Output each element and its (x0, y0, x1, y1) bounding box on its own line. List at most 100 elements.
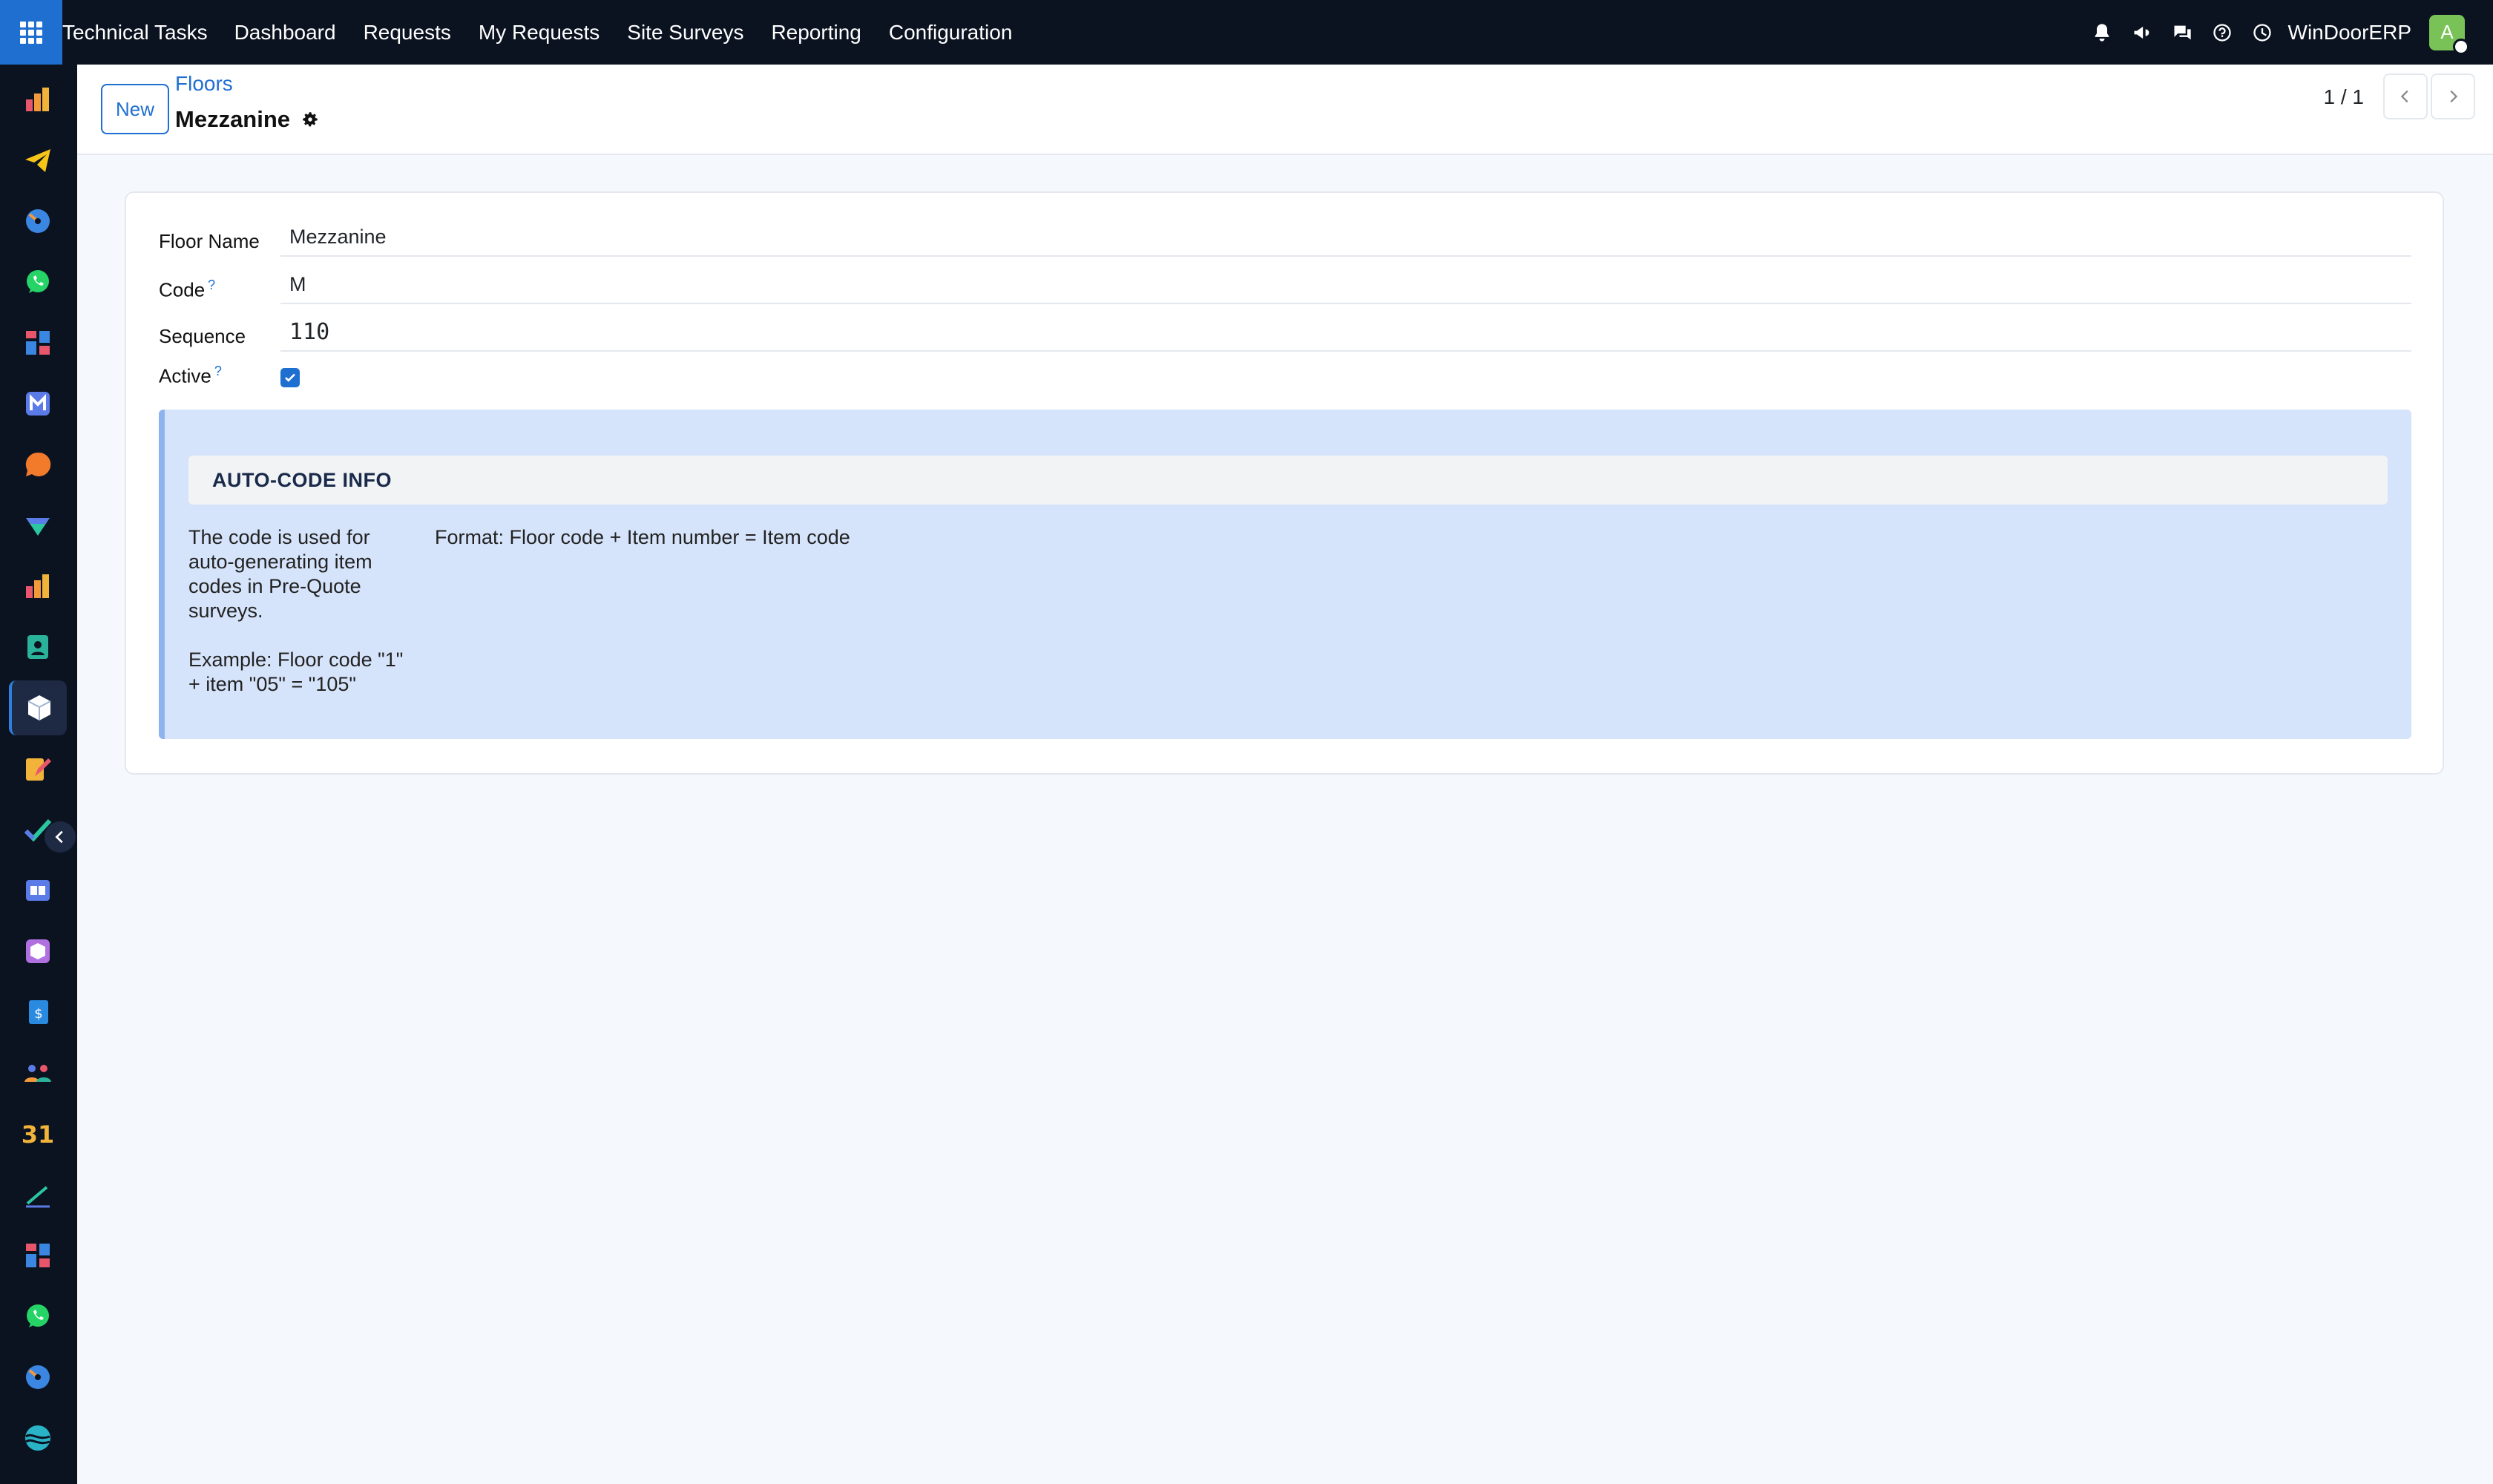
discount-icon (26, 518, 50, 536)
menu-requests[interactable]: Requests (364, 21, 451, 45)
sidebar-item-invoicing[interactable]: $ (9, 985, 67, 1040)
sidebar-item-dashboards-2[interactable] (9, 1228, 67, 1283)
people-icon (24, 1065, 51, 1082)
systray: WinDoorERP A (2082, 0, 2493, 65)
paper-plane-icon (25, 149, 50, 172)
sidebar-item-knowledge[interactable] (9, 863, 67, 918)
avatar[interactable]: A (2429, 14, 2469, 55)
info-box-title: AUTO-CODE INFO (188, 456, 2388, 505)
sidebar-item-reports[interactable] (9, 559, 67, 614)
app-sidebar: $ 31 (0, 65, 77, 1484)
sidebar-item-livechat[interactable] (9, 437, 67, 492)
control-panel: New Floors Mezzanine 1 / 1 (77, 65, 2493, 155)
grid-icon (20, 21, 42, 44)
sidebar-item-sign[interactable] (9, 1167, 67, 1222)
active-label: Active? (159, 364, 222, 388)
breadcrumb-floors[interactable]: Floors (175, 72, 233, 96)
sidebar-item-email[interactable] (9, 376, 67, 431)
sidebar-item-sales[interactable] (9, 72, 67, 127)
sign-icon (26, 1186, 50, 1208)
contact-card-icon (27, 635, 48, 659)
sequence-field[interactable]: 110 (280, 313, 2411, 352)
pencil-paper-icon (26, 758, 51, 781)
form-sheet: Floor Name Mezzanine Code? M Sequence 11… (125, 191, 2444, 775)
active-label-text: Active (159, 364, 211, 387)
menu-site-surveys[interactable]: Site Surveys (627, 21, 743, 45)
new-button[interactable]: New (101, 84, 169, 134)
info-description: The code is used for auto-generating ite… (188, 525, 418, 697)
chat-icon[interactable] (2162, 0, 2202, 65)
sidebar-item-employees[interactable] (9, 1045, 67, 1100)
sidebar-item-website[interactable] (9, 1411, 67, 1465)
menu-reporting[interactable]: Reporting (771, 21, 861, 45)
auto-code-info-box: AUTO-CODE INFO The code is used for auto… (159, 410, 2411, 739)
box-icon (26, 939, 50, 963)
chevron-left-icon (2400, 90, 2408, 103)
sidebar-item-notes[interactable] (9, 741, 67, 796)
invoice-icon: $ (29, 1000, 48, 1024)
sidebar-item-technical-tasks[interactable] (9, 680, 67, 735)
cube-icon (27, 695, 51, 720)
mail-icon (26, 392, 50, 416)
menu-configuration[interactable]: Configuration (889, 21, 1013, 45)
code-help-icon[interactable]: ? (208, 278, 215, 292)
gauge-icon (26, 209, 50, 233)
sidebar-item-dashboards[interactable] (9, 315, 67, 370)
gauge-icon (26, 1365, 50, 1389)
sidebar-item-promotions[interactable] (9, 498, 67, 553)
floor-name-field[interactable]: Mezzanine (280, 218, 2411, 257)
record-title: Mezzanine (175, 106, 320, 133)
app-title[interactable]: Technical Tasks (62, 21, 208, 45)
book-icon (26, 880, 50, 901)
sidebar-item-calendar[interactable]: 31 (9, 1106, 67, 1161)
svg-text:31: 31 (23, 1120, 53, 1149)
pager-next-button[interactable] (2431, 73, 2475, 119)
calendar-icon: 31 (23, 1120, 53, 1149)
info-paragraph: The code is used for auto-generating ite… (188, 526, 372, 622)
active-checkbox[interactable] (280, 368, 300, 387)
wave-icon (25, 1425, 50, 1451)
pager-value[interactable]: 1 / 1 (2324, 85, 2364, 109)
floor-name-label: Floor Name (159, 230, 260, 252)
pager-previous-button[interactable] (2383, 73, 2428, 119)
whatsapp-icon (27, 270, 49, 293)
app-switcher-button[interactable] (0, 0, 62, 65)
bell-icon[interactable] (2082, 0, 2122, 65)
sidebar-item-marketing[interactable] (9, 133, 67, 188)
sidebar-item-gauge[interactable] (9, 194, 67, 249)
page-title: Mezzanine (175, 106, 291, 132)
avatar-initial: A (2440, 21, 2454, 43)
sidebar-item-inventory[interactable] (9, 924, 67, 979)
main-menu: Dashboard Requests My Requests Site Surv… (234, 21, 1040, 45)
svg-text:$: $ (34, 1006, 42, 1022)
sidebar-item-contacts[interactable] (9, 620, 67, 674)
status-indicator (2453, 38, 2469, 55)
sidebar-item-whatsapp-2[interactable] (9, 1289, 67, 1344)
chat-bubble-icon (25, 452, 51, 476)
code-field[interactable]: M (280, 266, 2411, 304)
active-help-icon[interactable]: ? (214, 364, 222, 378)
sidebar-item-whatsapp[interactable] (9, 255, 67, 309)
info-example: Example: Floor code "1" + item "05" = "1… (188, 649, 404, 695)
chevron-right-icon (2450, 90, 2458, 103)
gear-icon[interactable] (300, 110, 320, 129)
code-label-text: Code (159, 278, 206, 301)
menu-my-requests[interactable]: My Requests (479, 21, 600, 45)
clock-icon[interactable] (2242, 0, 2282, 65)
info-format: Format: Floor code + Item number = Item … (435, 526, 850, 548)
bar-chart-icon (26, 574, 49, 598)
megaphone-icon[interactable] (2122, 0, 2162, 65)
code-label: Code? (159, 278, 215, 302)
sidebar-collapse-button[interactable] (45, 821, 76, 853)
sidebar-item-gauge-2[interactable] (9, 1350, 67, 1405)
help-icon[interactable] (2202, 0, 2242, 65)
check-icon (285, 373, 295, 382)
dashboard-icon (26, 331, 50, 355)
company-switcher[interactable]: WinDoorERP (2288, 21, 2411, 45)
sales-chart-icon (26, 88, 49, 111)
top-navbar: Technical Tasks Dashboard Requests My Re… (0, 0, 2493, 65)
menu-dashboard[interactable]: Dashboard (234, 21, 336, 45)
chevron-left-icon (55, 830, 63, 844)
sequence-label: Sequence (159, 325, 246, 347)
dashboard-icon (26, 1244, 50, 1267)
